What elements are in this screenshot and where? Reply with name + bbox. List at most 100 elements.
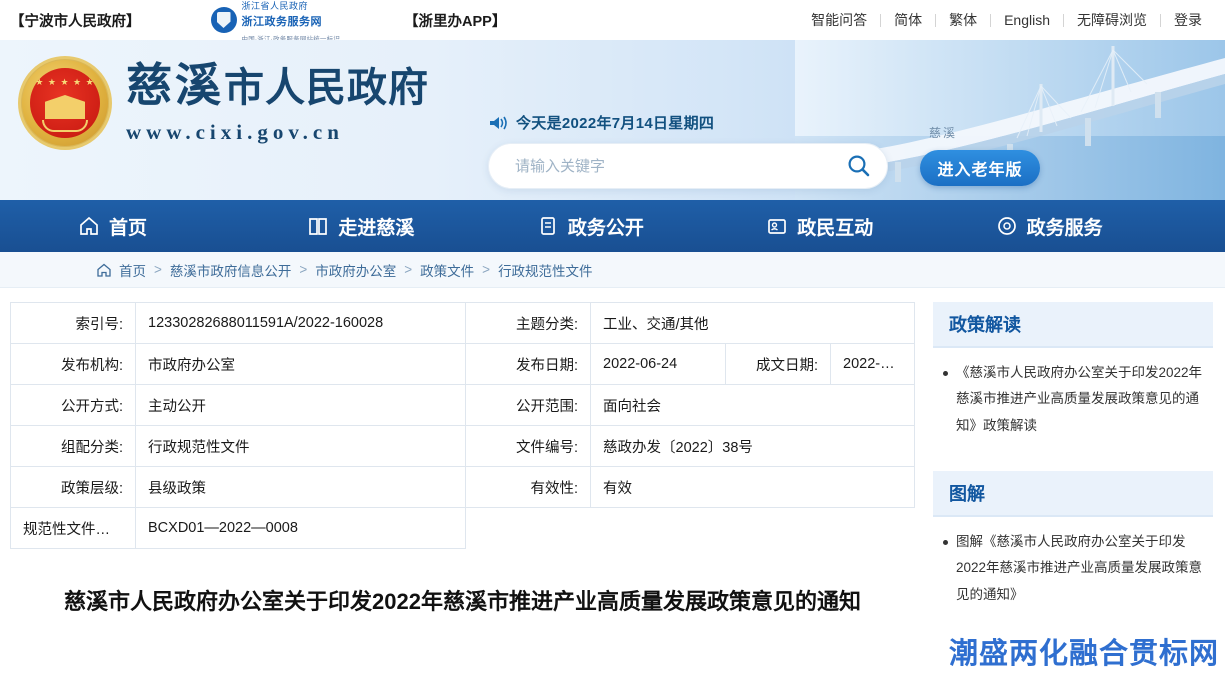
breadcrumb: 首页 > 慈溪市政府信息公开 > 市政府办公室 > 政策文件 > 行政规范性文件 [0,252,1225,288]
topbar-item-smart-qa[interactable]: 智能问答 [798,10,880,30]
search-box[interactable] [488,143,888,189]
illustration-link[interactable]: 图解《慈溪市人民政府办公室关于印发2022年慈溪市推进产业高质量发展政策意见的通… [956,529,1203,608]
topbar-right-group: 智能问答 简体 繁体 English 无障碍浏览 登录 [798,0,1215,40]
list-item[interactable]: 《慈溪市人民政府办公室关于印发2022年慈溪市推进产业高质量发展政策意见的通知》… [943,360,1203,439]
meta-label-validity: 有效性: [465,466,591,508]
breadcrumb-item-2[interactable]: 市政府办公室 [315,260,396,280]
nav-home[interactable]: 首页 [78,213,307,240]
home-icon [78,215,100,237]
nav-about-cixi-label: 走进慈溪 [338,217,415,239]
meta-label-publish-date: 发布日期: [465,343,591,385]
zhelib-app-link[interactable]: 【浙里办APP】 [404,10,506,31]
meta-value-index: 12330282688011591A/2022-160028 [135,302,466,344]
main-navigation: 首页 走进慈溪 政务公开 政民互动 政务服务 [0,200,1225,252]
date-row: 今天是2022年7月14日星期四 [488,112,898,133]
book-icon [307,215,329,237]
meta-value-normative-number: BCXD01—2022—0008 [135,507,466,549]
watermark-text: 潮盛两化融合贯标网 [948,638,1219,670]
banner-photo-caption: 慈溪 [928,126,957,140]
breadcrumb-separator: > [404,262,413,277]
topbar-left-group: 【宁波市人民政府】 浙江省人民政府 浙江政务服务网 中国·浙江·政务服务网站统一… [0,0,506,44]
illustration-title: 图解 [933,470,1213,517]
meta-value-disclosure-method: 主动公开 [135,384,466,426]
breadcrumb-separator: > [299,262,308,277]
document-column: 索引号: 12330282688011591A/2022-160028 主题分类… [10,302,915,640]
breadcrumb-item-1[interactable]: 慈溪市政府信息公开 [170,260,292,280]
meta-label-disclosure-method: 公开方式: [10,384,136,426]
nav-about-cixi[interactable]: 走进慈溪 [307,213,536,240]
zhejiang-gov-service-logo[interactable]: 浙江省人民政府 浙江政务服务网 中国·浙江·政务服务网站统一标识 [210,0,341,44]
breadcrumb-separator: > [482,262,491,277]
zj-logo-line2: 浙江政务服务网 [241,15,322,28]
page-main: 索引号: 12330282688011591A/2022-160028 主题分类… [0,288,1225,640]
policy-interpretation-title: 政策解读 [933,302,1213,348]
meta-label-doc-number: 文件编号: [465,425,591,467]
breadcrumb-item-0[interactable]: 首页 [119,260,146,280]
nav-gov-disclosure-label: 政务公开 [567,217,644,239]
table-row: 组配分类: 行政规范性文件 文件编号: 慈政办发〔2022〕38号 [10,425,915,467]
document-metadata-table: 索引号: 12330282688011591A/2022-160028 主题分类… [10,302,915,549]
meta-value-disclosure-scope: 面向社会 [590,384,915,426]
document-icon [537,215,559,237]
meta-value-topic: 工业、交通/其他 [590,302,915,344]
zhejiang-emblem-icon [210,7,237,33]
meta-label-agency: 发布机构: [10,343,136,385]
meta-label-topic: 主题分类: [465,302,591,344]
bullet-dot-icon [943,371,948,376]
breadcrumb-item-4[interactable]: 行政规范性文件 [498,260,593,280]
meta-value-draft-date: 2022-06-24 [830,343,915,385]
elder-version-button[interactable]: 进入老年版 [920,150,1040,186]
meta-value-category: 行政规范性文件 [135,425,466,467]
topbar-item-english[interactable]: English [991,12,1063,28]
nav-interaction-label: 政民互动 [797,217,874,239]
breadcrumb-separator: > [154,262,162,277]
meta-value-agency: 市政府办公室 [135,343,466,385]
policy-interpretation-link[interactable]: 《慈溪市人民政府办公室关于印发2022年慈溪市推进产业高质量发展政策意见的通知》… [956,360,1203,439]
table-row: 发布机构: 市政府办公室 发布日期: 2022-06-24 成文日期: 2022… [10,343,915,385]
site-title-suffix: 市人民政府 [224,65,429,111]
page-title: 慈溪市人民政府办公室关于印发2022年慈溪市推进产业高质量发展政策意见的通知 [64,589,861,614]
topbar-item-accessibility[interactable]: 无障碍浏览 [1064,10,1160,30]
meta-label-disclosure-scope: 公开范围: [465,384,591,426]
nav-home-label: 首页 [109,217,148,239]
zj-logo-line1: 浙江省人民政府 [241,0,309,11]
site-title: 慈溪市人民政府 [126,60,429,112]
meta-value-policy-level: 县级政策 [135,466,466,508]
top-utility-bar: 【宁波市人民政府】 浙江省人民政府 浙江政务服务网 中国·浙江·政务服务网站统一… [0,0,1225,43]
meta-label-policy-level: 政策层级: [10,466,136,508]
policy-interpretation-card: 政策解读 《慈溪市人民政府办公室关于印发2022年慈溪市推进产业高质量发展政策意… [933,302,1213,457]
meta-label-normative-number: 规范性文件编号: [10,507,136,549]
list-item[interactable]: 图解《慈溪市人民政府办公室关于印发2022年慈溪市推进产业高质量发展政策意见的通… [943,529,1203,608]
breadcrumb-item-3[interactable]: 政策文件 [420,260,474,280]
site-url: www.cixi.gov.cn [126,119,344,144]
current-date-text: 今天是2022年7月14日星期四 [516,115,715,132]
bullet-dot-icon [943,539,948,545]
meta-value-doc-number: 慈政办发〔2022〕38号 [590,425,915,467]
user-card-icon [766,215,788,237]
illustration-card: 图解 图解《慈溪市人民政府办公室关于印发2022年慈溪市推进产业高质量发展政策意… [933,470,1213,626]
site-title-prefix: 慈溪 [126,60,224,112]
meta-label-index: 索引号: [10,302,136,344]
topbar-item-simplified[interactable]: 简体 [881,10,935,30]
sidebar: 政策解读 《慈溪市人民政府办公室关于印发2022年慈溪市推进产业高质量发展政策意… [933,302,1213,640]
national-emblem-icon: ★ ★ ★ ★ ★ [18,56,112,150]
search-input[interactable] [513,156,837,176]
table-row: 政策层级: 县级政策 有效性: 有效 [10,466,915,508]
ningbo-gov-link[interactable]: 【宁波市人民政府】 [10,10,141,31]
meta-value-publish-date: 2022-06-24 [590,343,726,385]
nav-interaction[interactable]: 政民互动 [766,213,995,240]
meta-value-validity: 有效 [590,466,915,508]
table-row: 公开方式: 主动公开 公开范围: 面向社会 [10,384,915,426]
service-icon [996,215,1018,237]
nav-gov-disclosure[interactable]: 政务公开 [537,213,766,240]
search-icon[interactable] [837,148,881,184]
nav-gov-service-label: 政务服务 [1026,217,1103,239]
site-logo-group[interactable]: ★ ★ ★ ★ ★ 慈溪市人民政府 www.cixi.gov.cn [18,56,429,150]
meta-label-draft-date: 成文日期: [725,343,831,385]
nav-gov-service[interactable]: 政务服务 [996,213,1225,240]
topbar-item-traditional[interactable]: 繁体 [936,10,990,30]
table-row: 规范性文件编号: BCXD01—2022—0008 [10,507,915,549]
topbar-item-login[interactable]: 登录 [1161,10,1215,30]
meta-label-category: 组配分类: [10,425,136,467]
table-row: 索引号: 12330282688011591A/2022-160028 主题分类… [10,302,915,344]
